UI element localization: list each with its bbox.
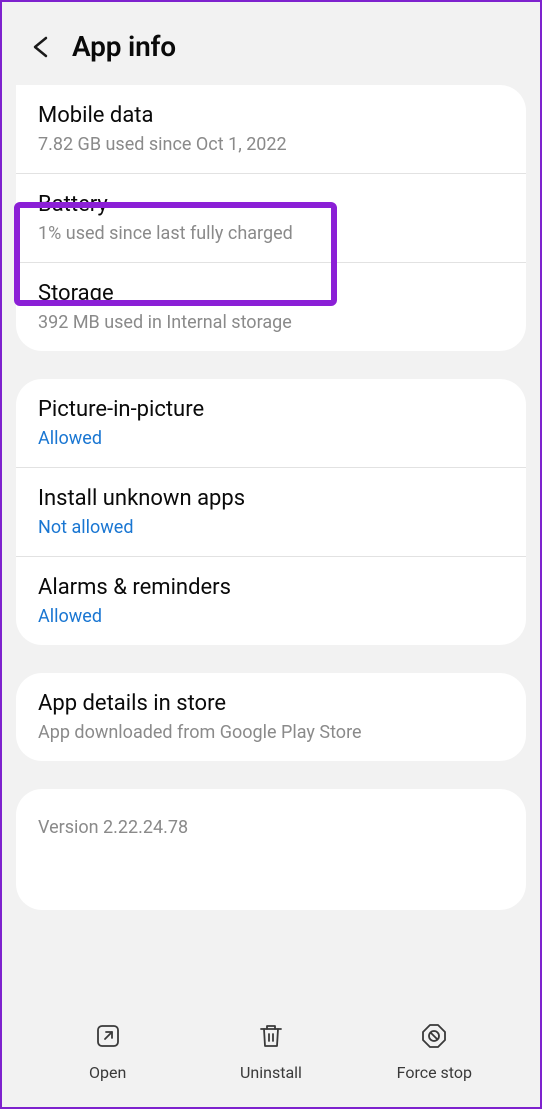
unknown-apps-item[interactable]: Install unknown apps Not allowed [16,468,526,556]
pip-item[interactable]: Picture-in-picture Allowed [16,379,526,467]
battery-item[interactable]: Battery 1% used since last fully charged [16,174,526,262]
force-stop-label: Force stop [397,1063,472,1082]
force-stop-button[interactable]: Force stop [353,1021,516,1082]
back-icon[interactable] [30,36,52,58]
alarms-title: Alarms & reminders [38,575,504,600]
unknown-apps-status: Not allowed [38,517,504,538]
alarms-status: Allowed [38,606,504,627]
pip-status: Allowed [38,428,504,449]
bottom-bar: Open Uninstall Force stop [2,1007,540,1107]
version-text: Version 2.22.24.78 [38,817,504,838]
storage-title: Storage [38,281,504,306]
mobile-data-item[interactable]: Mobile data 7.82 GB used since Oct 1, 20… [16,85,526,173]
battery-title: Battery [38,192,504,217]
unknown-apps-title: Install unknown apps [38,486,504,511]
pip-title: Picture-in-picture [38,397,504,422]
usage-section: Mobile data 7.82 GB used since Oct 1, 20… [16,85,526,351]
page-title: App info [72,30,176,63]
stop-icon [419,1021,449,1055]
storage-item[interactable]: Storage 392 MB used in Internal storage [16,263,526,351]
version-section: Version 2.22.24.78 [16,789,526,910]
open-label: Open [89,1063,126,1082]
mobile-data-title: Mobile data [38,103,504,128]
header: App info [2,2,540,85]
uninstall-label: Uninstall [240,1063,302,1082]
store-item[interactable]: App details in store App downloaded from… [16,673,526,761]
open-icon [93,1021,123,1055]
store-sub: App downloaded from Google Play Store [38,722,504,743]
trash-icon [256,1021,286,1055]
open-button[interactable]: Open [26,1021,189,1082]
mobile-data-sub: 7.82 GB used since Oct 1, 2022 [38,134,504,155]
permissions-section: Picture-in-picture Allowed Install unkno… [16,379,526,645]
uninstall-button[interactable]: Uninstall [189,1021,352,1082]
battery-sub: 1% used since last fully charged [38,223,504,244]
store-section: App details in store App downloaded from… [16,673,526,761]
alarms-item[interactable]: Alarms & reminders Allowed [16,557,526,645]
storage-sub: 392 MB used in Internal storage [38,312,504,333]
store-title: App details in store [38,691,504,716]
